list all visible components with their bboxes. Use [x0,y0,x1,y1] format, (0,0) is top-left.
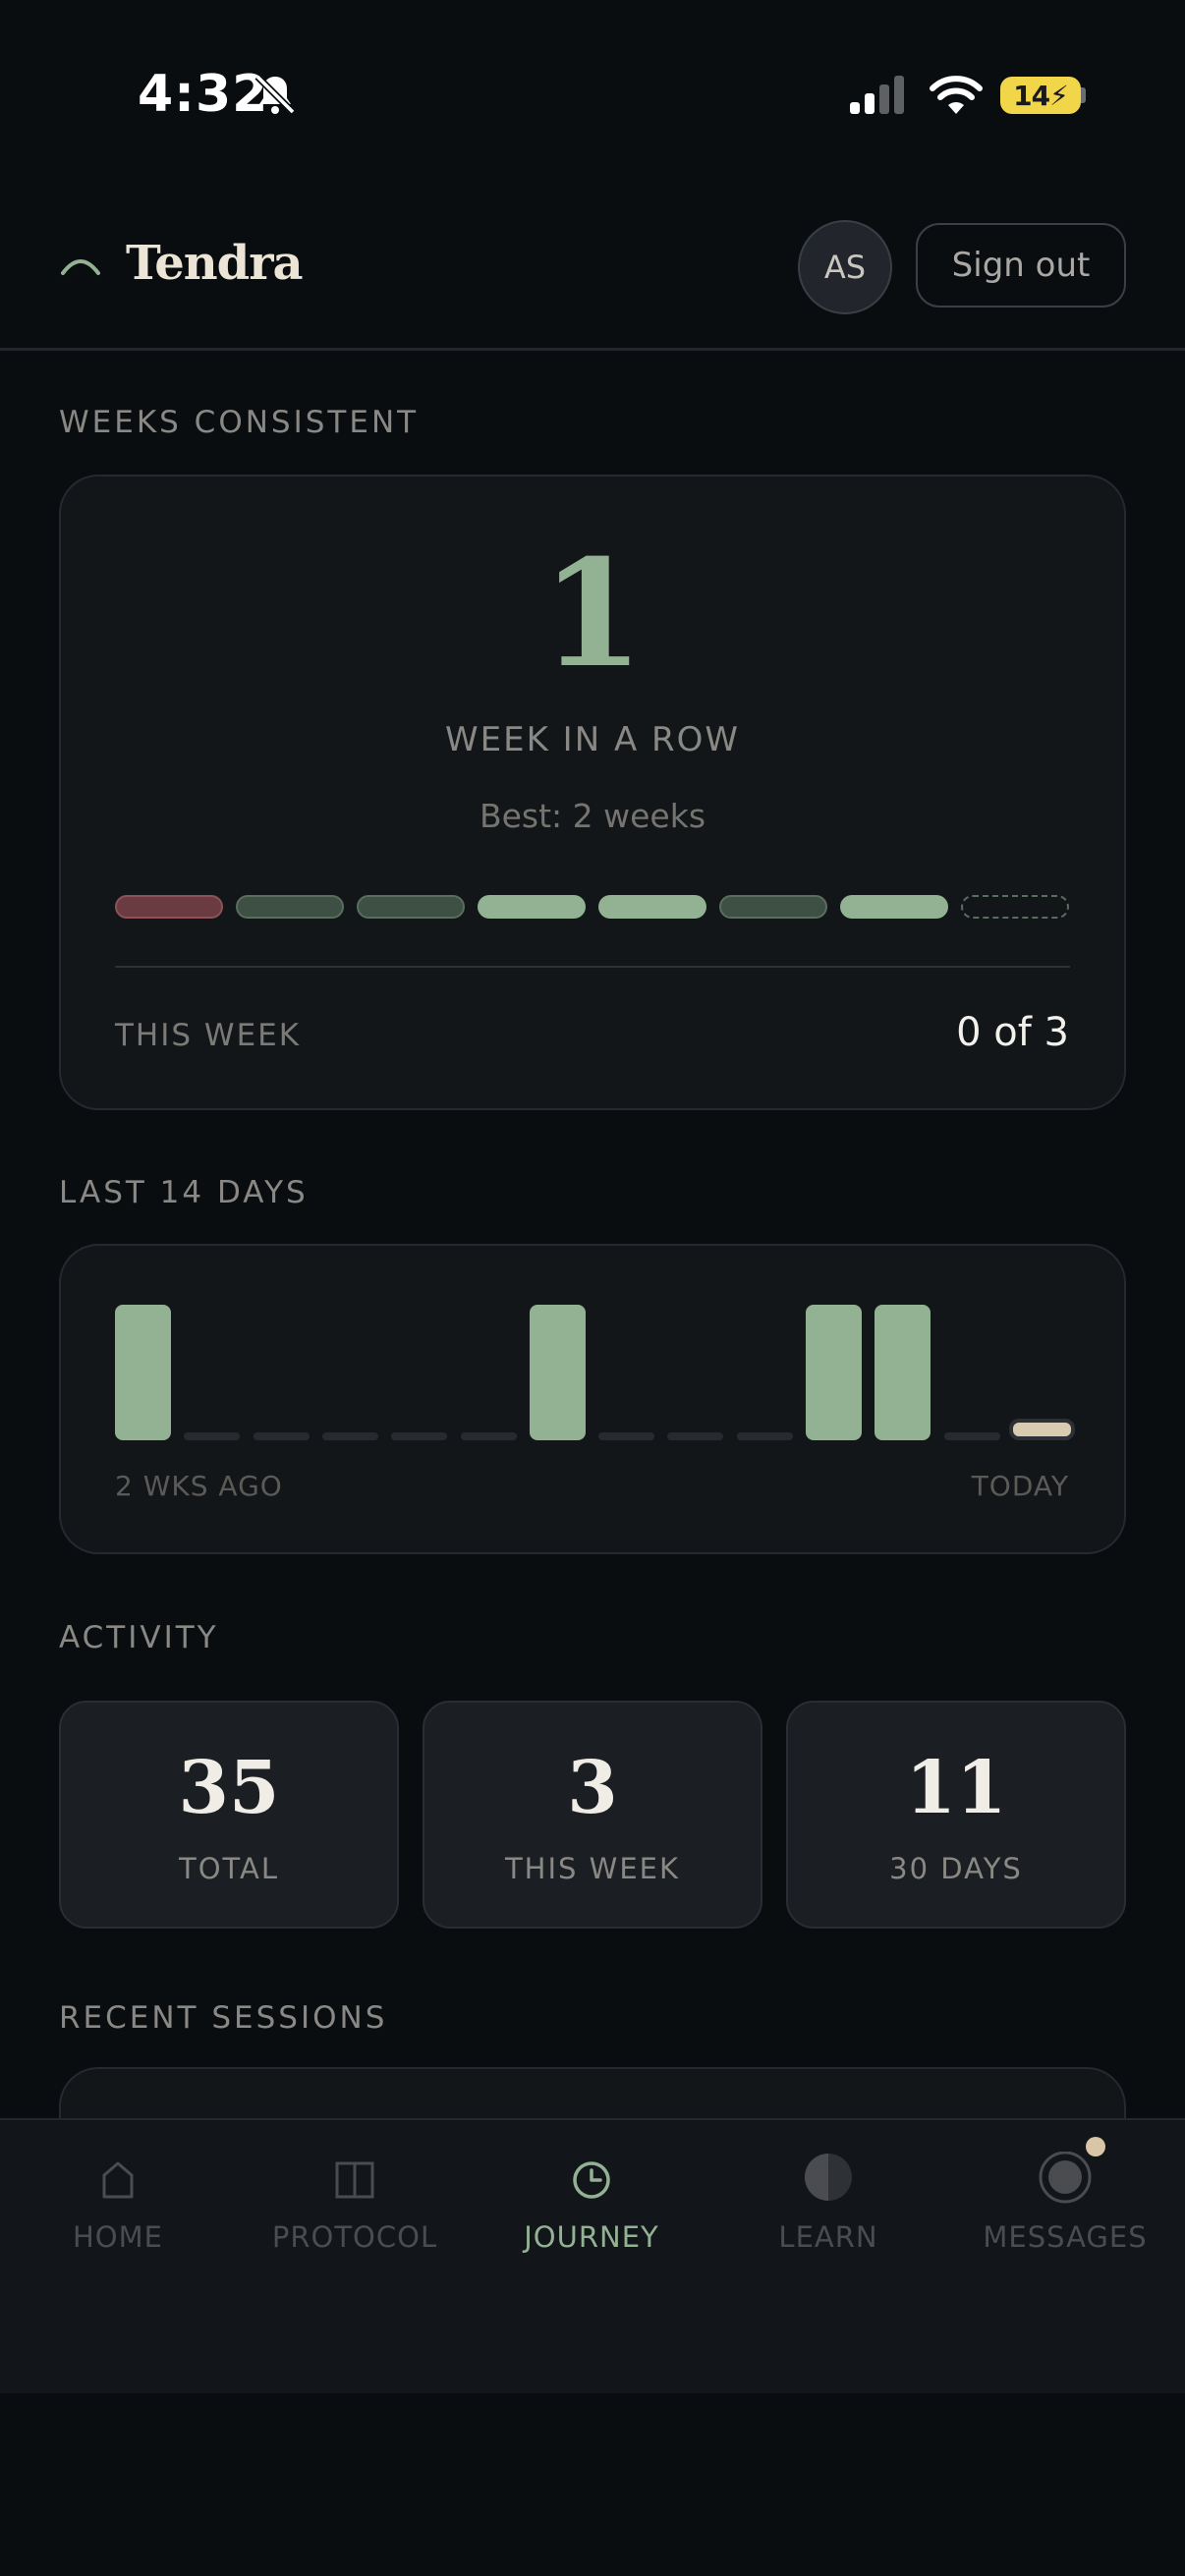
day-bar-empty [943,1432,1000,1440]
nav-item-learn[interactable]: LEARN [730,2152,927,2254]
nav-label: PROTOCOL [271,2220,438,2254]
day-bar-empty [253,1432,310,1440]
nav-label: MESSAGES [983,2220,1148,2254]
header-divider [0,348,1185,351]
day-bar-active [875,1305,931,1440]
days-start-label: 2 WKS AGO [115,1470,283,1502]
streak-divider [115,966,1070,968]
learn-icon [805,2154,852,2201]
battery-indicator: 14 ⚡ [1000,77,1081,114]
nav-item-home[interactable]: HOME [20,2152,216,2254]
notification-dot [1086,2137,1105,2156]
days-end-label: TODAY [971,1470,1069,1502]
stat-card-this-week: 3 THIS WEEK [423,1701,762,1929]
section-title-recent-sessions: RECENT SESSIONS [59,2000,388,2036]
cellular-signal-icon [850,76,904,114]
day-bar-empty [184,1432,241,1440]
day-bar-active [529,1305,586,1440]
brand-title: Tendra [126,236,304,291]
protocol-icon [335,2161,374,2199]
week-pill-full [478,895,586,919]
stat-card-30-days: 11 30 DAYS [786,1701,1126,1929]
battery-cap [1081,87,1086,103]
wifi-icon [930,76,983,114]
day-bar-empty [667,1432,724,1440]
nav-label: HOME [73,2220,163,2254]
journey-icon [573,2161,610,2199]
stat-card-total: 35 TOTAL [59,1701,399,1929]
last-14-days-card [59,1244,1126,1554]
section-title-weeks-consistent: WEEKS CONSISTENT [59,405,420,440]
battery-level: 14 [1013,79,1050,112]
day-bar-empty [460,1432,517,1440]
week-pill-partial [719,895,827,919]
stat-value: 3 [567,1746,618,1830]
stat-value: 11 [905,1746,1007,1830]
home-icon [102,2161,134,2199]
week-pill-missed [115,895,223,919]
day-bar-empty [321,1432,378,1440]
messages-icon [1039,2152,1092,2204]
day-bar-empty [736,1432,793,1440]
streak-count: 1 [540,528,645,700]
streak-best: Best: 2 weeks [479,797,706,835]
logo-arc-icon [61,259,100,275]
avatar[interactable]: AS [798,220,892,314]
stat-value: 35 [178,1746,280,1830]
day-bar-active [806,1305,862,1440]
day-bar-empty [391,1432,448,1440]
stat-label: THIS WEEK [504,1852,681,1885]
status-time: 4:32 [138,65,269,124]
week-pill-full [840,895,948,919]
stat-label: 30 DAYS [889,1852,1023,1885]
section-title-activity: ACTIVITY [59,1620,219,1655]
nav-label: LEARN [778,2220,878,2254]
week-pill-current [961,895,1069,919]
day-bar-today [1008,1419,1075,1440]
nav-label: JOURNEY [524,2220,659,2254]
stat-label: TOTAL [179,1852,279,1885]
streak-label: WEEK IN A ROW [444,720,741,759]
charging-bolt-icon: ⚡ [1049,79,1069,112]
sign-out-button[interactable]: Sign out [916,223,1126,308]
week-pill-full [598,895,706,919]
week-pill-partial [236,895,344,919]
day-bar-empty [598,1432,655,1440]
nav-item-messages[interactable]: MESSAGES [967,2152,1163,2254]
bell-muted-icon [254,74,296,115]
day-bar-active [115,1305,171,1440]
nav-item-protocol[interactable]: PROTOCOL [256,2152,453,2254]
section-title-last-14-days: LAST 14 DAYS [59,1175,309,1210]
this-week-value: 0 of 3 [956,1010,1069,1055]
nav-item-journey[interactable]: JOURNEY [493,2152,690,2254]
this-week-label: THIS WEEK [115,1018,302,1053]
week-pill-partial [357,895,465,919]
